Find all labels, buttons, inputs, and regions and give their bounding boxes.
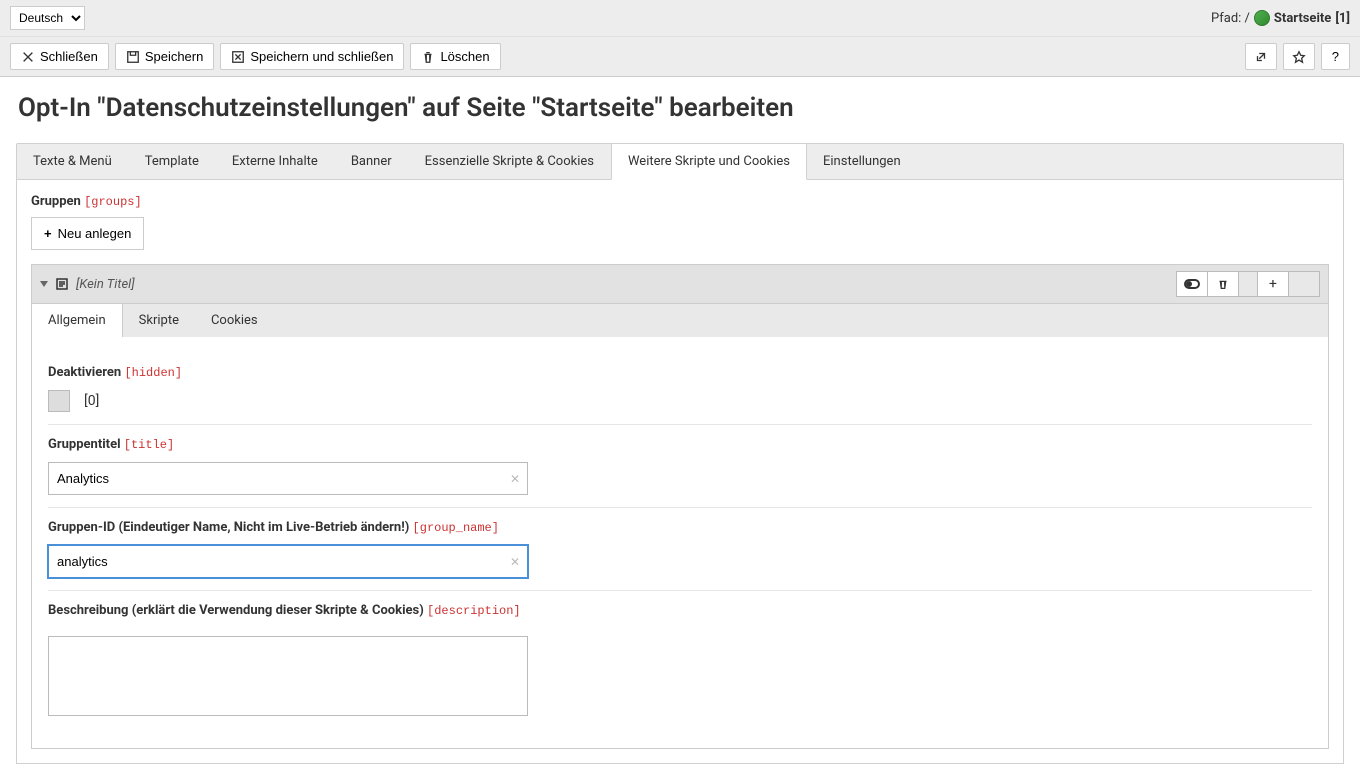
tab-externe[interactable]: Externe Inhalte bbox=[216, 144, 335, 179]
collapse-icon[interactable] bbox=[40, 281, 48, 287]
plus-icon: + bbox=[44, 226, 52, 241]
add-record-button[interactable]: + bbox=[1257, 271, 1289, 297]
save-button[interactable]: Speichern bbox=[115, 43, 215, 70]
help-button[interactable]: ? bbox=[1321, 43, 1350, 70]
star-icon bbox=[1292, 50, 1306, 64]
record-form: Deaktivieren [hidden] [0] Gruppentitel [… bbox=[31, 337, 1329, 749]
deactivate-value: [0] bbox=[84, 393, 99, 409]
row-description: Beschreibung (erklärt die Verwendung die… bbox=[48, 591, 1312, 732]
description-textarea[interactable] bbox=[48, 636, 528, 716]
row-group-id: Gruppen-ID (Eindeutiger Name, Nicht im L… bbox=[48, 508, 1312, 591]
deactivate-checkbox[interactable] bbox=[48, 390, 70, 412]
save-close-button[interactable]: Speichern und schließen bbox=[220, 43, 404, 70]
tab-texte[interactable]: Texte & Menü bbox=[17, 144, 129, 179]
breadcrumb: Pfad: / Startseite [1] bbox=[1211, 10, 1350, 26]
tab-template[interactable]: Template bbox=[129, 144, 216, 179]
share-button[interactable] bbox=[1245, 43, 1277, 70]
record-actions: + bbox=[1176, 271, 1320, 297]
subtab-allgemein[interactable]: Allgemein bbox=[32, 304, 123, 337]
record-header: [Kein Titel] + bbox=[31, 264, 1329, 304]
drag-handle[interactable] bbox=[1288, 271, 1320, 297]
group-id-input[interactable] bbox=[48, 545, 528, 578]
delete-record-button[interactable] bbox=[1207, 271, 1239, 297]
trash-icon bbox=[1216, 277, 1230, 291]
toggle-visibility-button[interactable] bbox=[1176, 271, 1208, 297]
toolbar: Schließen Speichern Speichern und schlie… bbox=[0, 37, 1360, 77]
page-name[interactable]: Startseite bbox=[1274, 11, 1331, 26]
group-title-input[interactable] bbox=[48, 462, 528, 495]
new-group-button[interactable]: + Neu anlegen bbox=[31, 217, 144, 250]
save-close-icon bbox=[231, 50, 245, 64]
groups-label: Gruppen [groups] bbox=[31, 194, 1329, 209]
share-icon bbox=[1254, 50, 1268, 64]
page-title: Opt-In "Datenschutzeinstellungen" auf Se… bbox=[16, 93, 1344, 123]
tab-weitere[interactable]: Weitere Skripte und Cookies bbox=[611, 144, 807, 180]
content: Opt-In "Datenschutzeinstellungen" auf Se… bbox=[0, 77, 1360, 780]
tab-banner[interactable]: Banner bbox=[335, 144, 409, 179]
toggle-icon bbox=[1184, 279, 1200, 289]
clear-icon[interactable]: ✕ bbox=[510, 555, 520, 569]
record-subtabs: Allgemein Skripte Cookies bbox=[31, 304, 1329, 337]
bookmark-button[interactable] bbox=[1283, 43, 1315, 70]
row-deactivate: Deaktivieren [hidden] [0] bbox=[48, 353, 1312, 425]
path-label: Pfad: / bbox=[1211, 11, 1250, 26]
row-group-title: Gruppentitel [title] ✕ bbox=[48, 425, 1312, 508]
globe-icon bbox=[1254, 10, 1270, 26]
subtab-cookies[interactable]: Cookies bbox=[195, 304, 274, 337]
main-tabs: Texte & Menü Template Externe Inhalte Ba… bbox=[16, 143, 1344, 180]
close-button[interactable]: Schließen bbox=[10, 43, 109, 70]
save-icon bbox=[126, 50, 140, 64]
trash-icon bbox=[421, 50, 435, 64]
subtab-skripte[interactable]: Skripte bbox=[123, 304, 195, 337]
record-type-icon bbox=[54, 276, 70, 292]
record-title: [Kein Titel] bbox=[76, 277, 135, 292]
topbar: Deutsch Pfad: / Startseite [1] bbox=[0, 0, 1360, 37]
language-select[interactable]: Deutsch bbox=[10, 6, 85, 30]
page-id: [1] bbox=[1335, 11, 1350, 26]
delete-button[interactable]: Löschen bbox=[410, 43, 500, 70]
close-icon bbox=[21, 50, 35, 64]
tab-essenzielle[interactable]: Essenzielle Skripte & Cookies bbox=[409, 144, 611, 179]
tab-einstellungen[interactable]: Einstellungen bbox=[807, 144, 918, 179]
tab-panel: Gruppen [groups] + Neu anlegen [Kein Tit… bbox=[16, 180, 1344, 764]
spacer bbox=[1238, 271, 1258, 297]
clear-icon[interactable]: ✕ bbox=[510, 472, 520, 486]
